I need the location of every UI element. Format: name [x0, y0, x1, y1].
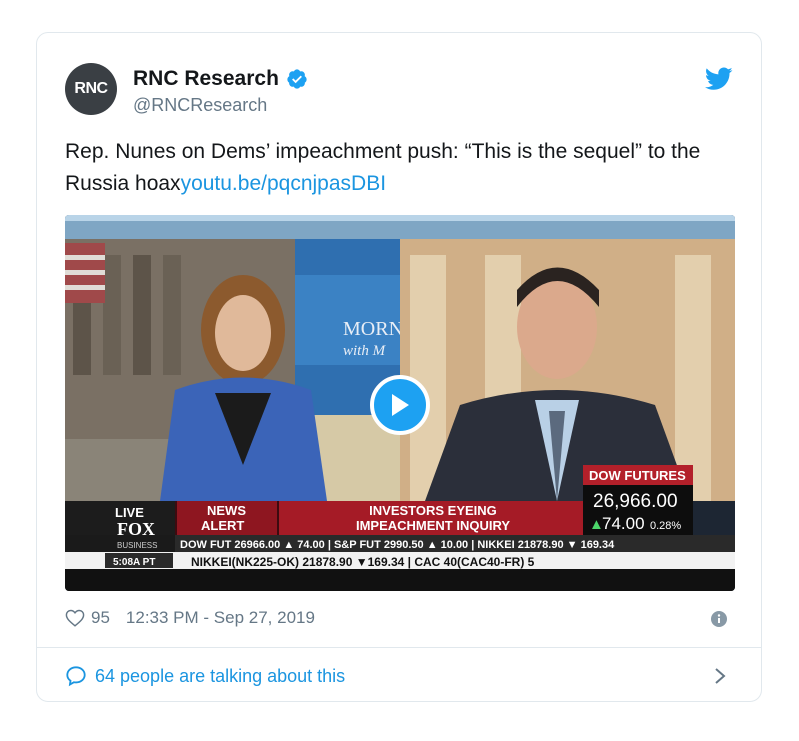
verified-badge-icon	[287, 69, 307, 89]
twitter-bird-icon[interactable]	[705, 67, 733, 91]
futures-change: 74.00	[602, 514, 645, 533]
news-alert-line2: ALERT	[201, 518, 244, 533]
headline-line2: IMPEACHMENT INQUIRY	[356, 518, 510, 533]
author-name[interactable]: RNC Research	[133, 67, 279, 91]
chevron-right-icon[interactable]	[713, 667, 727, 685]
headline-line1: INVESTORS EYEING	[369, 503, 497, 518]
divider	[37, 647, 761, 648]
video-preview[interactable]: MORN with M DOW FUTURES 26,966.00 ▲ 74.0…	[65, 215, 735, 591]
tweet-text: Rep. Nunes on Dems’ impeachment push: “T…	[65, 136, 745, 200]
author-handle[interactable]: @RNCResearch	[133, 95, 267, 116]
conversation-text[interactable]: 64 people are talking about this	[95, 666, 345, 687]
ticker-1: DOW FUT 26966.00 ▲ 74.00 | S&P FUT 2990.…	[180, 539, 615, 551]
futures-label: DOW FUTURES	[589, 468, 686, 483]
live-label: LIVE	[115, 505, 144, 520]
network-sub: BUSINESS	[117, 541, 157, 550]
avatar-text: RNC	[74, 80, 108, 97]
author-name-row[interactable]: RNC Research	[133, 67, 308, 91]
futures-value: 26,966.00	[593, 491, 678, 512]
comment-bubble-icon	[66, 666, 86, 687]
play-icon	[392, 394, 409, 416]
news-alert-line1: NEWS	[207, 503, 246, 518]
info-icon[interactable]	[711, 611, 727, 627]
avatar[interactable]: RNC	[65, 63, 117, 115]
timestamp[interactable]: 12:33 PM - Sep 27, 2019	[126, 608, 315, 628]
tweet-card[interactable]: RNC RNC Research @RNCResearch Rep. Nunes…	[36, 32, 762, 702]
tweet-link[interactable]: youtu.be/pqcnjpasDBI	[181, 172, 386, 195]
clock: 5:08A PT	[113, 557, 155, 568]
ticker-2: NIKKEI(NK225-OK) 21878.90 ▼169.34 | CAC …	[191, 555, 535, 569]
futures-pct: 0.28%	[650, 520, 681, 532]
show-logo-line2: with M	[343, 343, 387, 359]
play-button[interactable]	[370, 375, 430, 435]
tweet-meta: 95 12:33 PM - Sep 27, 2019	[65, 608, 315, 628]
like-count[interactable]: 95	[91, 608, 110, 628]
show-logo-line1: MORN	[343, 318, 403, 340]
conversation-link[interactable]: 64 people are talking about this	[65, 665, 345, 687]
heart-icon[interactable]	[65, 609, 85, 627]
